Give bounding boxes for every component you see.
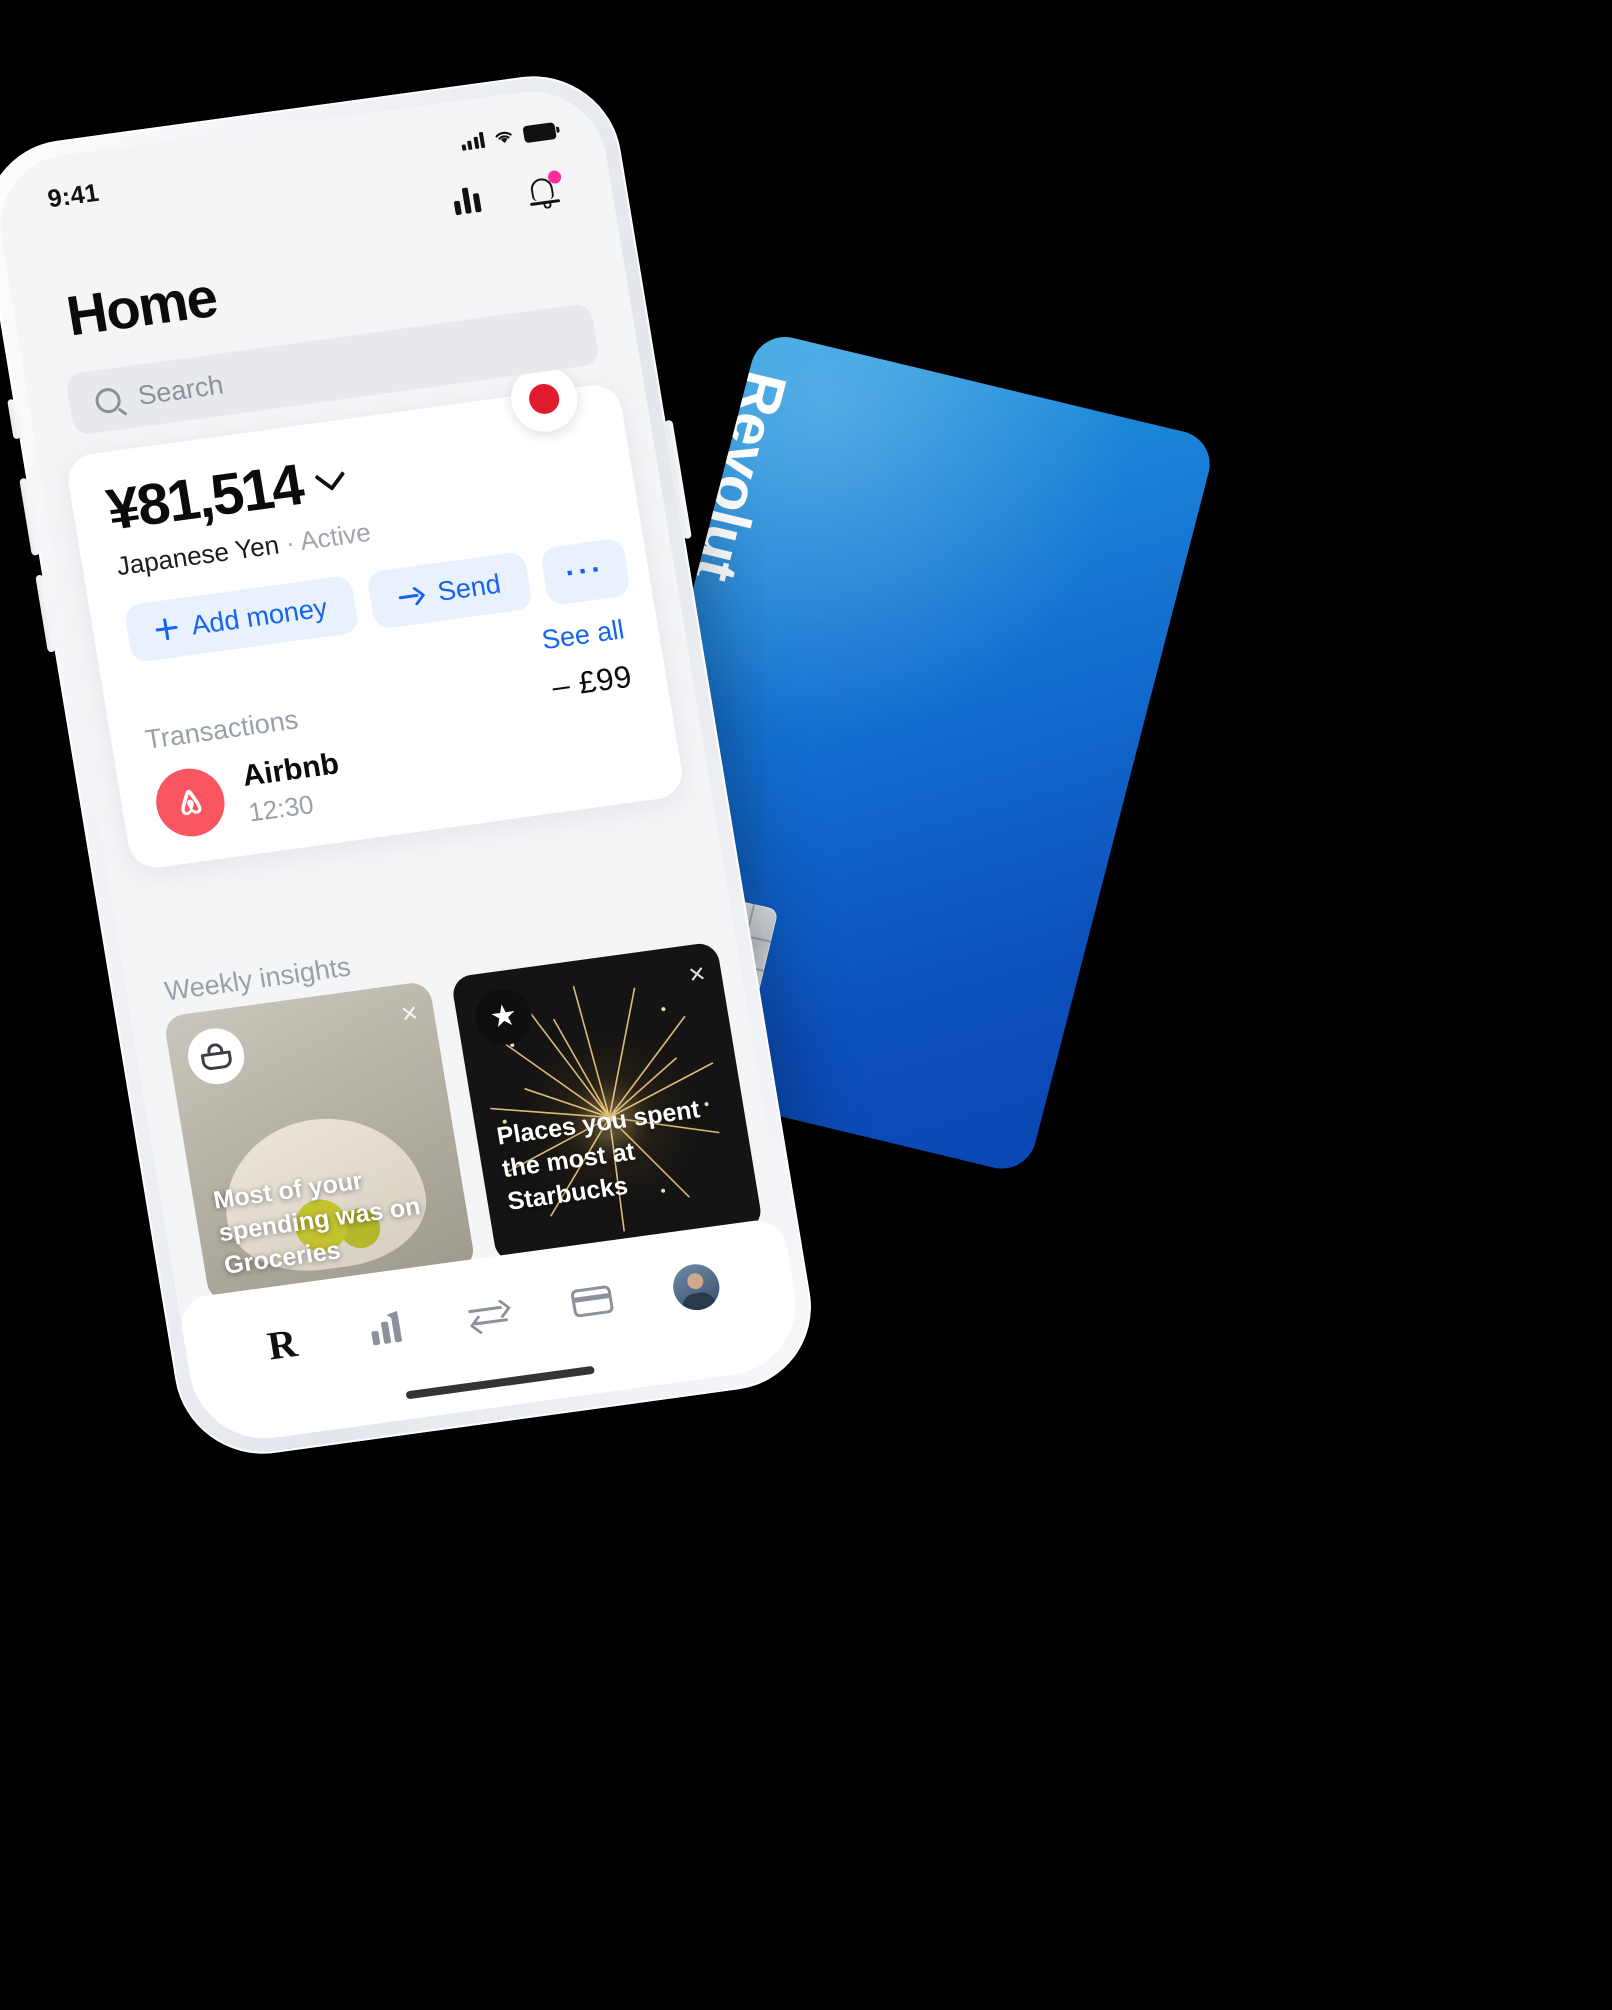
search-placeholder: Search <box>135 369 226 411</box>
send-label: Send <box>435 568 503 607</box>
status-icons <box>459 121 557 152</box>
account-balance: ¥81,514 <box>102 452 307 543</box>
transaction-amount: – £99 <box>549 658 635 705</box>
send-button[interactable]: Send <box>365 551 533 630</box>
phone-mockup: 9:41 Home Search ¥81,514 Japanese Yen · … <box>0 65 824 1465</box>
see-all-link[interactable]: See all <box>540 614 627 656</box>
add-money-button[interactable]: Add money <box>123 574 360 664</box>
tab-cards[interactable] <box>559 1274 626 1330</box>
insight-card-starbucks[interactable]: ★ × Places you spent the most at Starbuc… <box>450 941 764 1264</box>
phone-body: 9:41 Home Search ¥81,514 Japanese Yen · … <box>0 65 824 1465</box>
status-clock: 9:41 <box>45 178 101 213</box>
more-options-button[interactable]: ··· <box>539 537 631 607</box>
power-button[interactable] <box>664 419 692 540</box>
search-icon <box>93 386 123 415</box>
swap-arrows-icon <box>467 1298 511 1335</box>
card-icon <box>570 1284 615 1318</box>
chevron-down-icon[interactable] <box>314 460 345 492</box>
transactions-label: Transactions <box>143 704 301 755</box>
tab-profile[interactable] <box>662 1259 729 1315</box>
screenshot-stage: Revolut 9:41 Home Search ¥81,514 Japanes… <box>0 0 1612 2010</box>
avatar-icon <box>669 1261 723 1313</box>
arrow-right-icon <box>397 585 426 606</box>
wifi-icon <box>495 131 512 144</box>
account-status: Active <box>297 516 373 557</box>
cellular-bars-icon <box>459 131 486 151</box>
battery-icon <box>522 121 557 143</box>
more-icon: ··· <box>563 552 608 591</box>
volume-up-button[interactable] <box>19 477 40 556</box>
tab-exchange[interactable] <box>455 1288 522 1344</box>
plus-icon <box>154 617 179 642</box>
close-icon[interactable]: × <box>399 997 420 1031</box>
phone-screen: 9:41 Home Search ¥81,514 Japanese Yen · … <box>0 82 807 1448</box>
account-card: ¥81,514 Japanese Yen · Active Add money <box>64 361 686 871</box>
airbnb-icon <box>151 763 230 841</box>
earpiece-speaker <box>225 82 349 112</box>
chart-arrow-icon <box>369 1313 403 1346</box>
bell-icon[interactable] <box>527 169 563 207</box>
revolut-logo-icon: R <box>264 1319 301 1369</box>
mute-switch[interactable] <box>7 398 21 440</box>
add-money-label: Add money <box>188 591 330 641</box>
separator-dot: · <box>283 527 297 559</box>
revolut-brand-logo: Revolut <box>681 364 800 587</box>
insight-card-groceries[interactable]: × Most of your spending was on Groceries <box>163 980 477 1304</box>
bar-chart-icon[interactable] <box>452 186 482 216</box>
basket-icon <box>183 1024 249 1088</box>
volume-down-button[interactable] <box>35 574 56 653</box>
tab-analytics[interactable] <box>352 1302 419 1358</box>
sidebar-item-home[interactable]: R <box>249 1316 316 1372</box>
